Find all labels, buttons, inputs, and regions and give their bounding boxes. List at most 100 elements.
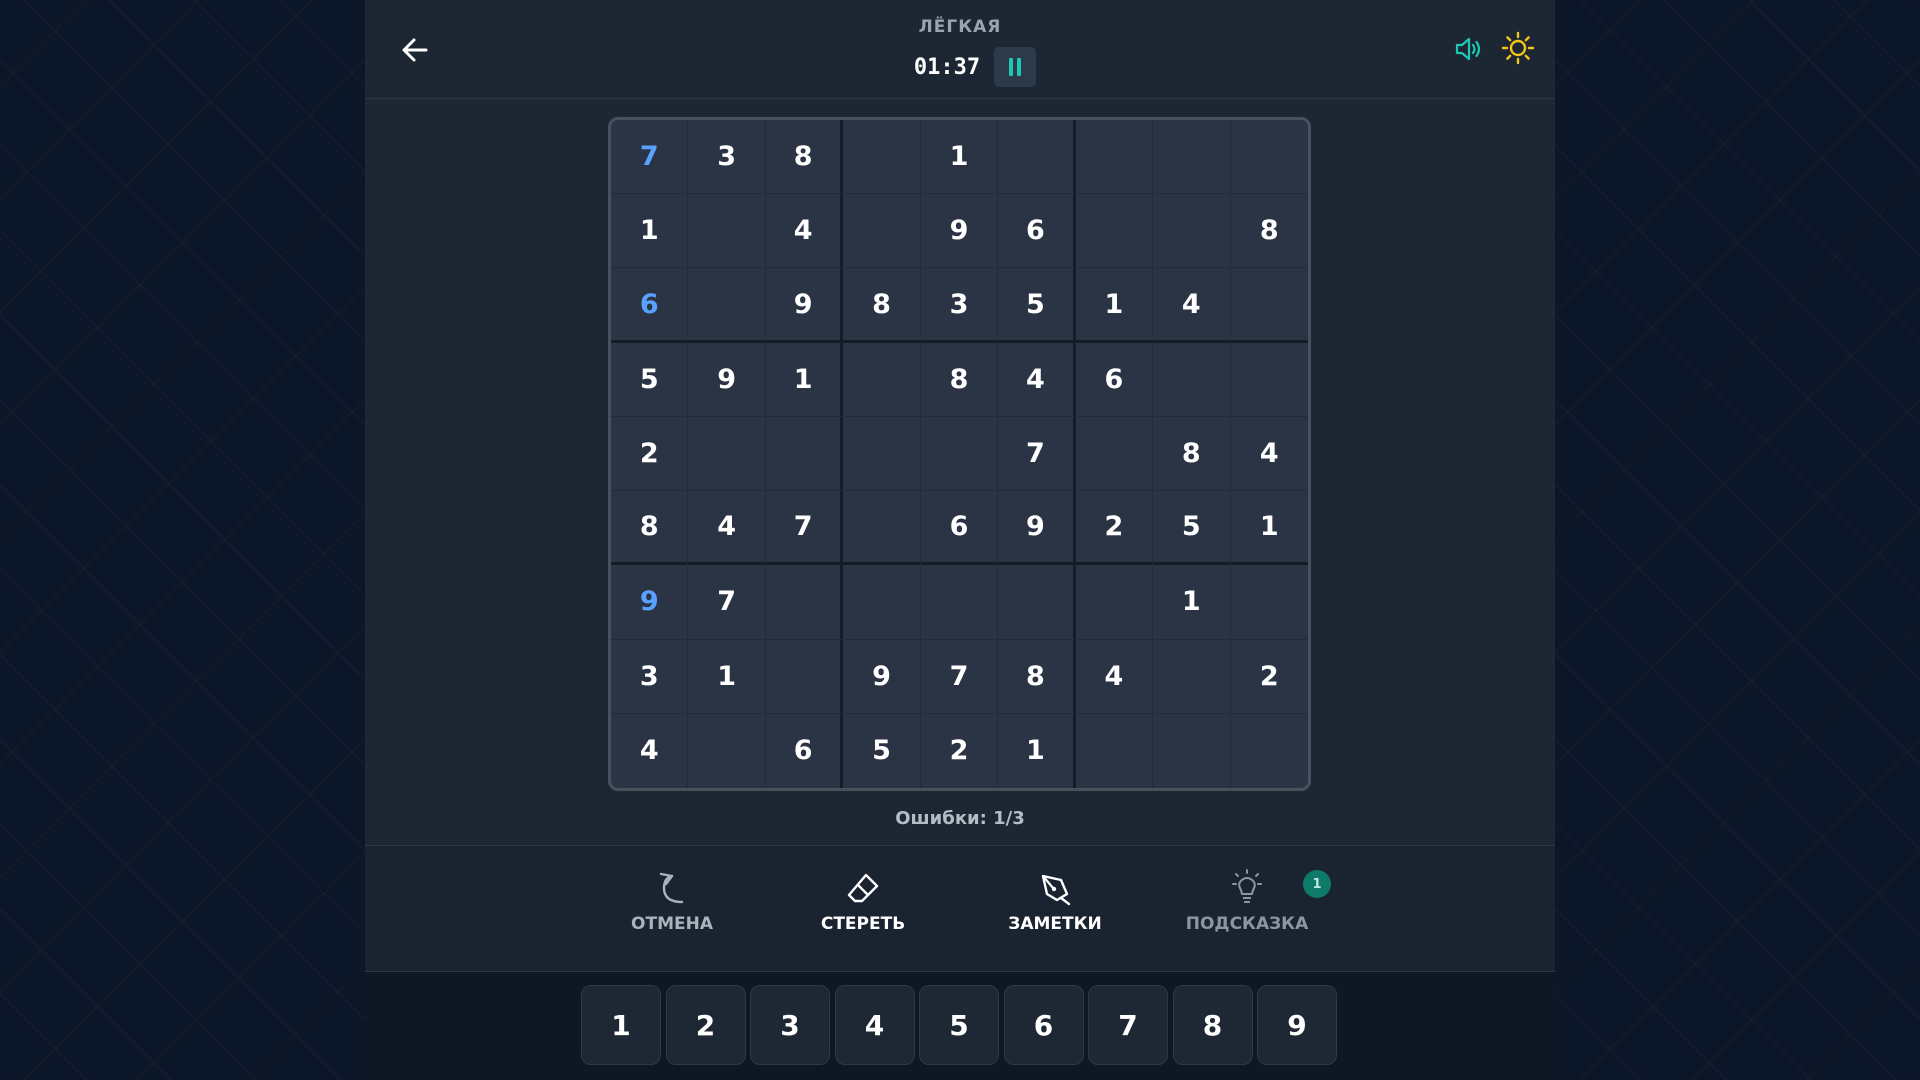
sudoku-cell-r1-c6[interactable] (998, 120, 1076, 195)
sudoku-cell-r3-c6[interactable]: 5 (998, 268, 1076, 343)
theme-toggle-button[interactable] (1500, 30, 1536, 66)
sudoku-cell-r3-c2[interactable] (688, 268, 766, 343)
sudoku-cell-r6-c3[interactable]: 7 (765, 491, 844, 566)
sudoku-cell-r7-c3[interactable] (765, 565, 844, 640)
sudoku-cell-r7-c4[interactable] (843, 565, 921, 640)
sudoku-cell-r4-c2[interactable]: 9 (688, 342, 766, 417)
sudoku-cell-r9-c9[interactable] (1231, 714, 1308, 788)
sudoku-cell-r7-c7[interactable] (1075, 565, 1154, 640)
sudoku-cell-r4-c4[interactable] (843, 342, 921, 417)
number-key-7[interactable]: 7 (1088, 985, 1168, 1065)
sudoku-cell-r3-c5[interactable]: 3 (920, 268, 999, 343)
undo-button[interactable]: ОТМЕНА (602, 868, 742, 958)
number-key-9[interactable]: 9 (1257, 985, 1337, 1065)
erase-button[interactable]: СТЕРЕТЬ (793, 868, 933, 958)
sudoku-cell-r4-c6[interactable]: 4 (998, 342, 1076, 417)
sudoku-cell-r1-c7[interactable] (1075, 120, 1154, 195)
sudoku-cell-r4-c7[interactable]: 6 (1075, 342, 1154, 417)
sudoku-cell-r4-c9[interactable] (1230, 343, 1308, 417)
sudoku-cell-r4-c5[interactable]: 8 (920, 342, 999, 417)
sudoku-cell-r1-c1[interactable]: 7 (611, 120, 689, 195)
notes-button[interactable]: ЗАМЕТКИ (985, 868, 1125, 958)
sudoku-cell-r5-c3[interactable] (765, 416, 844, 492)
sudoku-cell-r4-c3[interactable]: 1 (765, 342, 844, 417)
sudoku-cell-r9-c2[interactable] (688, 713, 766, 788)
sudoku-cell-r1-c2[interactable]: 3 (688, 120, 766, 195)
number-key-3[interactable]: 3 (750, 985, 830, 1065)
sudoku-cell-r2-c1[interactable]: 1 (611, 194, 689, 269)
sudoku-cell-r2-c2[interactable] (688, 194, 766, 269)
sudoku-cell-r8-c9[interactable]: 2 (1230, 640, 1308, 714)
sudoku-cell-r6-c2[interactable]: 4 (688, 491, 766, 566)
sudoku-cell-r5-c2[interactable] (688, 416, 766, 492)
sudoku-cell-r3-c9[interactable] (1230, 268, 1308, 343)
sudoku-cell-r3-c4[interactable]: 8 (843, 268, 921, 343)
sudoku-cell-r2-c7[interactable] (1075, 194, 1154, 269)
sudoku-cell-r9-c7[interactable] (1076, 713, 1154, 788)
sudoku-cell-r6-c4[interactable] (843, 491, 921, 566)
sudoku-cell-r9-c1[interactable]: 4 (611, 713, 689, 788)
sound-button[interactable] (1452, 32, 1486, 66)
sudoku-cell-r9-c5[interactable]: 2 (921, 713, 999, 788)
sudoku-cell-r3-c1[interactable]: 6 (611, 268, 689, 343)
hint-button[interactable]: ПОДСКАЗКА (1177, 868, 1317, 958)
sudoku-cell-r6-c8[interactable]: 5 (1153, 491, 1231, 566)
sudoku-cell-r2-c8[interactable] (1153, 194, 1231, 269)
pause-button[interactable] (994, 47, 1037, 87)
sudoku-cell-r6-c9[interactable]: 1 (1230, 491, 1308, 566)
sudoku-cell-r7-c9[interactable] (1230, 565, 1308, 640)
sudoku-cell-r3-c3[interactable]: 9 (765, 268, 844, 343)
sudoku-cell-r9-c6[interactable]: 1 (998, 713, 1076, 788)
sudoku-cell-r1-c3[interactable]: 8 (765, 120, 844, 195)
sudoku-cell-r9-c8[interactable] (1153, 713, 1231, 788)
sudoku-cell-r2-c6[interactable]: 6 (998, 194, 1076, 269)
number-key-2[interactable]: 2 (665, 985, 746, 1065)
speaker-icon (1455, 37, 1481, 61)
timer-row: 01:37 (365, 47, 1555, 87)
sudoku-cell-r1-c5[interactable]: 1 (920, 120, 999, 195)
sudoku-cell-r2-c4[interactable] (843, 194, 921, 269)
sudoku-cell-r6-c7[interactable]: 2 (1075, 491, 1154, 566)
sudoku-cell-r8-c8[interactable] (1153, 639, 1231, 714)
sudoku-cell-r5-c1[interactable]: 2 (611, 416, 689, 492)
number-key-1[interactable]: 1 (581, 985, 661, 1065)
sudoku-cell-r8-c2[interactable]: 1 (688, 639, 766, 714)
number-key-8[interactable]: 8 (1172, 985, 1253, 1065)
sudoku-cell-r8-c7[interactable]: 4 (1075, 639, 1154, 714)
sudoku-cell-r5-c5[interactable] (920, 416, 999, 492)
sudoku-cell-r5-c7[interactable] (1075, 416, 1154, 492)
sudoku-cell-r7-c8[interactable]: 1 (1153, 565, 1231, 640)
sudoku-cell-r8-c1[interactable]: 3 (611, 639, 689, 714)
sudoku-cell-r8-c6[interactable]: 8 (998, 639, 1076, 714)
sudoku-cell-r6-c5[interactable]: 6 (920, 491, 999, 566)
sudoku-cell-r1-c4[interactable] (843, 120, 921, 195)
sudoku-cell-r9-c4[interactable]: 5 (843, 713, 921, 788)
sudoku-cell-r6-c6[interactable]: 9 (998, 491, 1076, 566)
sudoku-cell-r2-c9[interactable]: 8 (1230, 194, 1308, 269)
sudoku-cell-r5-c9[interactable]: 4 (1230, 417, 1308, 492)
sudoku-cell-r2-c5[interactable]: 9 (920, 194, 999, 269)
header: ЛЁГКАЯ 01:37 (365, 0, 1555, 99)
sudoku-cell-r3-c8[interactable]: 4 (1153, 268, 1231, 343)
sudoku-cell-r3-c7[interactable]: 1 (1075, 268, 1154, 343)
number-key-4[interactable]: 4 (834, 985, 915, 1065)
sudoku-cell-r7-c5[interactable] (920, 565, 999, 640)
sudoku-cell-r7-c1[interactable]: 9 (611, 565, 689, 640)
sudoku-cell-r1-c9[interactable] (1230, 120, 1308, 195)
sudoku-cell-r5-c8[interactable]: 8 (1153, 416, 1231, 492)
sudoku-cell-r8-c4[interactable]: 9 (843, 639, 921, 714)
sudoku-cell-r9-c3[interactable]: 6 (766, 713, 844, 788)
sudoku-cell-r1-c8[interactable] (1153, 120, 1231, 195)
sudoku-cell-r6-c1[interactable]: 8 (611, 491, 689, 566)
number-key-5[interactable]: 5 (919, 985, 999, 1065)
sudoku-cell-r4-c1[interactable]: 5 (611, 342, 689, 417)
sudoku-cell-r5-c4[interactable] (843, 416, 921, 492)
sudoku-cell-r7-c6[interactable] (998, 565, 1076, 640)
sudoku-cell-r2-c3[interactable]: 4 (765, 194, 844, 269)
sudoku-cell-r8-c5[interactable]: 7 (920, 639, 999, 714)
sudoku-cell-r4-c8[interactable] (1153, 342, 1231, 417)
sudoku-cell-r8-c3[interactable] (765, 639, 844, 714)
number-key-6[interactable]: 6 (1003, 985, 1084, 1065)
sudoku-cell-r5-c6[interactable]: 7 (998, 416, 1076, 492)
sudoku-cell-r7-c2[interactable]: 7 (688, 565, 766, 640)
